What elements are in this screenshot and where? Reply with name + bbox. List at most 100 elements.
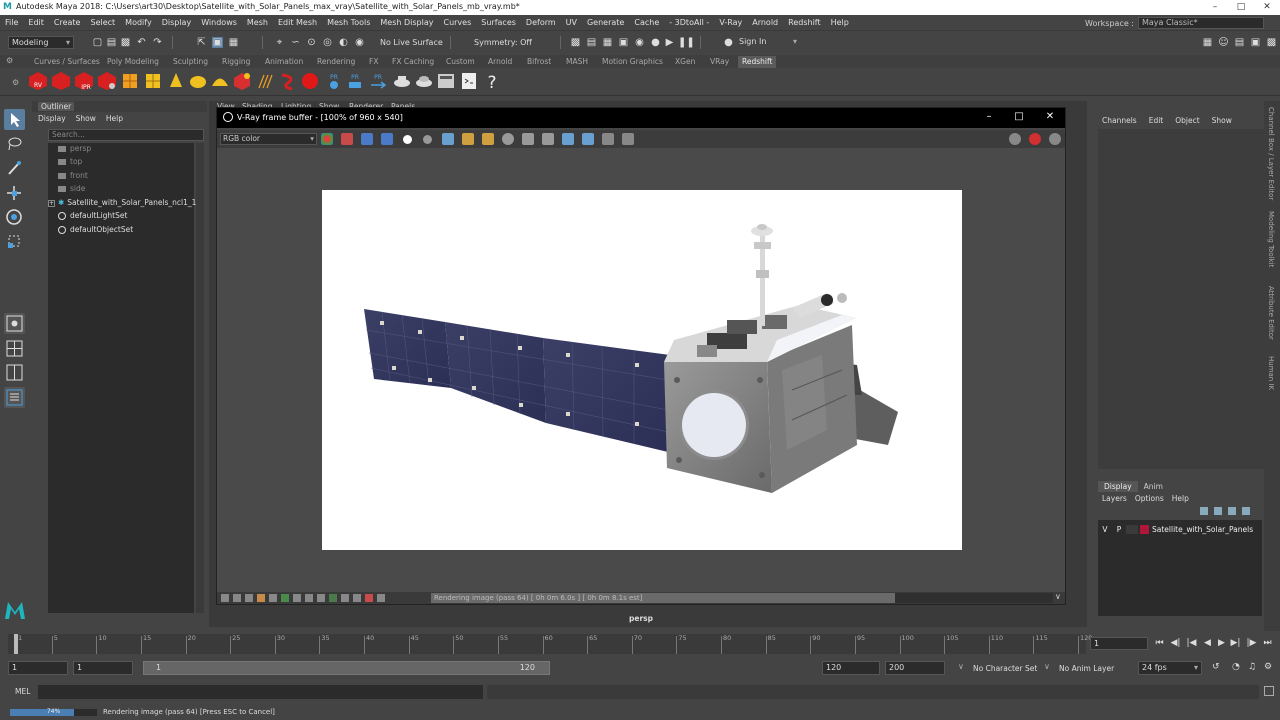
outliner-search-input[interactable]: Search... bbox=[48, 129, 204, 141]
menu-redshift[interactable]: Redshift bbox=[783, 15, 825, 31]
script-editor-icon[interactable] bbox=[1264, 686, 1274, 696]
playback-end-field[interactable]: 120 bbox=[822, 661, 880, 675]
current-frame-field[interactable]: 1 bbox=[1090, 637, 1148, 650]
user-icon[interactable]: ● bbox=[723, 37, 734, 48]
loop-icon[interactable]: ↺ bbox=[1212, 662, 1220, 672]
ipr-render-icon[interactable]: ▦ bbox=[602, 37, 613, 48]
render-frame-icon[interactable]: ▤ bbox=[586, 37, 597, 48]
track-mouse-icon[interactable] bbox=[502, 133, 514, 145]
redshift-cube-icon[interactable] bbox=[120, 71, 140, 91]
vfb-zoom-icon[interactable] bbox=[341, 594, 349, 602]
side-tab-attribute-editor[interactable]: Attribute Editor bbox=[1267, 286, 1275, 340]
snap-point-icon[interactable]: ⊙ bbox=[306, 37, 317, 48]
make-live-icon[interactable]: ◉ bbox=[354, 37, 365, 48]
time-slider[interactable]: 1 5 10 15 20 25 30 35 40 45 50 55 60 65 70 75 80 85 90 95 10… bbox=[0, 632, 1280, 656]
step-back-key-icon[interactable]: |◀ bbox=[1186, 637, 1197, 649]
link-to-viewport-icon[interactable] bbox=[542, 133, 554, 145]
layer-type-toggle[interactable] bbox=[1126, 524, 1138, 534]
character-control-icon[interactable]: ☺ bbox=[1218, 37, 1229, 48]
lasso-tool-icon[interactable] bbox=[4, 134, 25, 155]
fps-dropdown[interactable]: 24 fps ▾ bbox=[1138, 661, 1202, 675]
shelf-tab-curves-surfaces[interactable]: Curves / Surfaces bbox=[30, 56, 104, 68]
outliner-scrollbar[interactable] bbox=[196, 143, 204, 613]
command-input[interactable] bbox=[38, 685, 483, 699]
vfb-history-icon[interactable] bbox=[221, 594, 229, 602]
step-forward-key-icon[interactable]: ▶| bbox=[1230, 637, 1241, 649]
redshift-volume-icon[interactable] bbox=[392, 71, 412, 91]
menu-uv[interactable]: UV bbox=[561, 15, 582, 31]
redo-icon[interactable]: ↷ bbox=[152, 37, 163, 48]
redshift-help-icon[interactable]: ? bbox=[482, 71, 502, 91]
new-layer-icon[interactable] bbox=[1228, 507, 1236, 515]
layer-row[interactable]: V P Satellite_with_Solar_Panels bbox=[1098, 523, 1262, 535]
new-scene-icon[interactable]: ▢ bbox=[92, 37, 103, 48]
shelf-tab-mash[interactable]: MASH bbox=[562, 56, 592, 68]
rotate-tool-icon[interactable] bbox=[4, 207, 25, 228]
shelf-menu-icon[interactable]: ⚙ bbox=[6, 56, 13, 65]
layer-move-down-icon[interactable] bbox=[1214, 507, 1222, 515]
menu-deform[interactable]: Deform bbox=[521, 15, 561, 31]
layer-menu-layers[interactable]: Layers bbox=[1102, 494, 1127, 503]
vfb-maximize-icon[interactable]: □ bbox=[1007, 111, 1031, 122]
snap-surface-icon[interactable]: ◐ bbox=[338, 37, 349, 48]
side-tab-channel-box[interactable]: Channel Box / Layer Editor bbox=[1267, 107, 1275, 200]
snap-grid-icon[interactable]: ⌖ bbox=[274, 37, 285, 48]
vfb-levels-icon[interactable] bbox=[257, 594, 265, 602]
menu-mesh-tools[interactable]: Mesh Tools bbox=[322, 15, 375, 31]
vfb-pixel-icon[interactable] bbox=[365, 594, 373, 602]
play-backward-icon[interactable]: ◀ bbox=[1202, 637, 1213, 649]
menu-arnold[interactable]: Arnold bbox=[747, 15, 783, 31]
redshift-ipr-start-icon[interactable]: IPR bbox=[74, 71, 94, 91]
go-to-end-icon[interactable]: ⏭ bbox=[1262, 637, 1273, 649]
undo-icon[interactable]: ↶ bbox=[136, 37, 147, 48]
character-set-dropdown-icon[interactable]: ∨ bbox=[958, 662, 964, 671]
shelf-tab-vray[interactable]: VRay bbox=[706, 56, 733, 68]
pause-render-icon[interactable]: ❚❚ bbox=[678, 37, 695, 48]
scene-start-field[interactable]: 1 bbox=[8, 661, 68, 675]
red-channel-icon[interactable] bbox=[341, 133, 353, 145]
menu-cache[interactable]: Cache bbox=[629, 15, 664, 31]
shelf-tab-arnold[interactable]: Arnold bbox=[484, 56, 516, 68]
redshift-grid-icon[interactable] bbox=[143, 71, 163, 91]
layer-move-up-icon[interactable] bbox=[1200, 507, 1208, 515]
shelf-tab-bifrost[interactable]: Bifrost bbox=[523, 56, 555, 68]
vray-icon[interactable]: ● bbox=[650, 37, 661, 48]
shelf-tab-fx[interactable]: FX bbox=[365, 56, 382, 68]
vfb-ocio-icon[interactable] bbox=[305, 594, 313, 602]
redshift-proxy-icon[interactable]: PR bbox=[324, 71, 344, 91]
side-tab-modeling-toolkit[interactable]: Modeling Toolkit bbox=[1267, 211, 1275, 267]
redshift-hair-icon[interactable] bbox=[278, 71, 298, 91]
anim-layer-dropdown-icon[interactable]: ∨ bbox=[1044, 662, 1050, 671]
channelbox-menu-channels[interactable]: Channels bbox=[1102, 116, 1137, 125]
side-tab-human-ik[interactable]: Human IK bbox=[1267, 356, 1275, 390]
vfb-options-icon[interactable] bbox=[1049, 133, 1061, 145]
shelf-tab-fx-caching[interactable]: FX Caching bbox=[388, 56, 438, 68]
outliner-layout-icon[interactable] bbox=[4, 387, 25, 408]
sound-icon[interactable]: ♫ bbox=[1248, 662, 1256, 672]
vfb-info-icon[interactable] bbox=[1009, 133, 1021, 145]
command-language-label[interactable]: MEL bbox=[15, 687, 30, 696]
paint-select-tool-icon[interactable] bbox=[4, 158, 25, 179]
redshift-proxy-import-icon[interactable]: PR bbox=[368, 71, 388, 91]
current-time-indicator[interactable] bbox=[14, 634, 18, 654]
outliner-item-defaultobjectset[interactable]: defaultObjectSet bbox=[58, 224, 133, 236]
menu-3dtoall[interactable]: - 3DtoAll - bbox=[664, 15, 714, 31]
vfb-lut-icon[interactable] bbox=[245, 594, 253, 602]
vfb-close-icon[interactable]: ✕ bbox=[1038, 111, 1062, 122]
outliner-menu-help[interactable]: Help bbox=[106, 114, 123, 123]
vfb-title-bar[interactable]: V-Ray frame buffer - [100% of 960 x 540]… bbox=[217, 108, 1065, 128]
menu-mesh[interactable]: Mesh bbox=[242, 15, 273, 31]
scene-end-field[interactable]: 200 bbox=[885, 661, 945, 675]
symmetry-label[interactable]: Symmetry: Off bbox=[474, 38, 532, 47]
tool-settings-icon[interactable]: ▣ bbox=[1250, 37, 1261, 48]
render-settings-icon[interactable]: ▣ bbox=[618, 37, 629, 48]
mono-icon[interactable] bbox=[423, 135, 432, 144]
channelbox-menu-edit[interactable]: Edit bbox=[1149, 116, 1164, 125]
save-image-icon[interactable] bbox=[442, 133, 454, 145]
channelbox-menu-object[interactable]: Object bbox=[1175, 116, 1199, 125]
layer-playback-toggle[interactable]: P bbox=[1112, 525, 1126, 534]
menu-mesh-display[interactable]: Mesh Display bbox=[375, 15, 438, 31]
outliner-item-satellite[interactable]: + ✱ Satellite_with_Solar_Panels_ncl1_1 bbox=[48, 197, 196, 209]
layer-visibility-toggle[interactable]: V bbox=[1098, 525, 1112, 534]
vfb-curve-icon[interactable] bbox=[269, 594, 277, 602]
